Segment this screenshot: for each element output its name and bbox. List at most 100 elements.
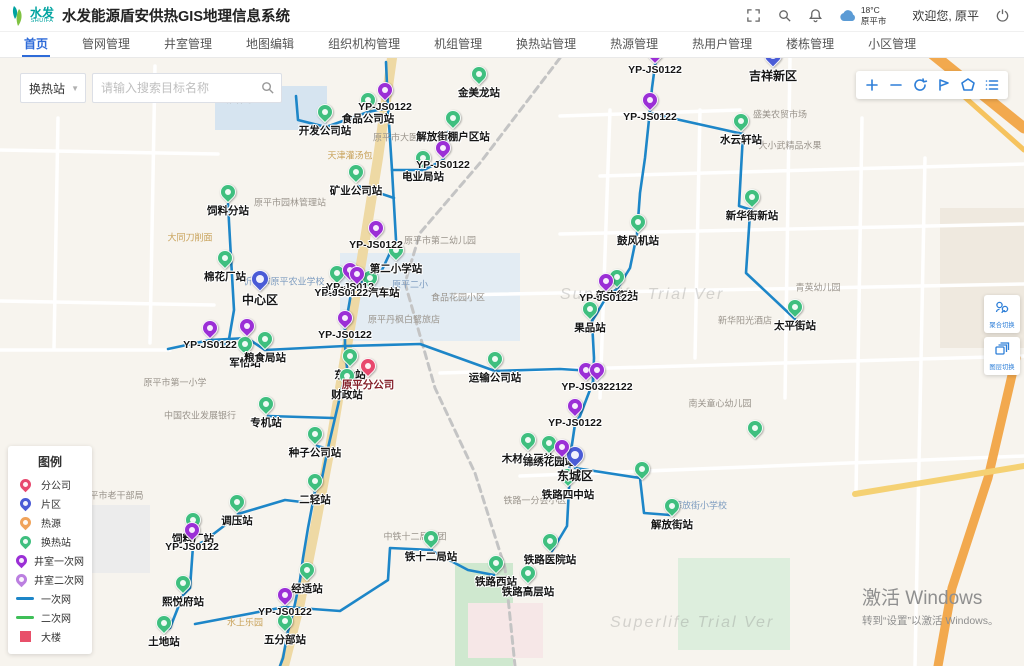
weather-widget: 18°C 原平市	[839, 5, 887, 26]
polygon-button[interactable]	[956, 73, 980, 97]
map-road	[455, 284, 1024, 295]
legend-pin-icon	[16, 574, 27, 585]
windows-activation-watermark: 激活 Windows 转到“设置”以激活 Windows。	[862, 583, 999, 628]
map-road	[0, 301, 214, 305]
map-toolbar	[856, 71, 1008, 99]
marker-label: 太平街站	[774, 318, 816, 333]
weather-city: 原平市	[861, 16, 887, 26]
tab-1[interactable]: 管网管理	[80, 32, 132, 57]
map-canvas[interactable]: 妙祥寺原平实达中学原平市大医院天津灌汤包原平市园林管理站大同刀削面忻州市原平农业…	[0, 58, 1024, 666]
bell-icon[interactable]	[808, 8, 823, 23]
marker-label: YP-JS0122	[623, 111, 677, 123]
marker-label: 食品公司站	[342, 111, 395, 126]
marker-label: YP-JS0122汽车站	[314, 285, 399, 300]
tab-0[interactable]: 首页	[22, 32, 50, 57]
legend-item: 二次网	[16, 608, 84, 627]
legend-item-label: 井室一次网	[34, 553, 84, 568]
logo-subtext: SHUIFA	[30, 19, 54, 25]
map-block	[88, 505, 150, 573]
tab-5[interactable]: 机组管理	[432, 32, 484, 57]
legend-item: 大楼	[16, 627, 84, 646]
legend-pin-icon	[16, 555, 27, 566]
legend-item: 井室二次网	[16, 570, 84, 589]
marker-label: 专机站	[250, 415, 282, 430]
marker-label: 熙悦府站	[162, 594, 204, 609]
marker-label: YP-JS0122	[548, 417, 602, 429]
zoom-in-icon	[864, 77, 880, 93]
app-logo: 水发 SHUIFA	[10, 5, 54, 27]
marker-label: 运输公司站	[469, 370, 522, 385]
search-input[interactable]	[92, 73, 282, 103]
marker-label: YP-JS0122	[349, 239, 403, 251]
legend-item-label: 热源	[41, 515, 61, 530]
legend-pin-icon	[16, 479, 34, 490]
map-place-label: 盛美农贸市场	[753, 108, 807, 121]
tab-3[interactable]: 地图编辑	[244, 32, 296, 57]
reset-icon	[912, 77, 928, 93]
search-icon[interactable]	[777, 8, 792, 23]
marker-label: 经适站	[291, 581, 323, 596]
measure-button[interactable]	[932, 73, 956, 97]
tab-4[interactable]: 组织机构管理	[326, 32, 402, 57]
map-road	[695, 110, 700, 358]
side-tool-label: 聚合切换	[988, 321, 1017, 330]
map-place-label: 南关童心幼儿园	[688, 397, 751, 410]
map-place-label: 原平丹枫白鹭旅店	[368, 313, 440, 326]
tab-8[interactable]: 热用户管理	[690, 32, 754, 57]
cluster-toggle-button[interactable]: 聚合切换	[984, 295, 1020, 333]
tab-10[interactable]: 小区管理	[866, 32, 918, 57]
tab-9[interactable]: 楼栋管理	[784, 32, 836, 57]
legend-item: 换热站	[16, 532, 84, 551]
map-place-label: 大小武精品水果	[758, 139, 821, 152]
search-category-select[interactable]: 换热站 ▼	[20, 73, 86, 103]
map-place-label: 天津灌汤包	[327, 149, 372, 162]
side-tool-label: 图层切换	[988, 363, 1017, 372]
map-place-label: 解放街小学校	[673, 499, 727, 512]
marker-label: 果品站	[574, 320, 606, 335]
list-button[interactable]	[980, 73, 1004, 97]
tab-2[interactable]: 井室管理	[162, 32, 214, 57]
marker-label: 二轻站	[299, 492, 331, 507]
marker-label: YP-JS0122	[579, 292, 633, 304]
marker-label: 原平分公司	[342, 377, 395, 392]
map-road	[520, 456, 1024, 476]
search-submit-icon[interactable]	[260, 80, 275, 100]
map-block	[678, 558, 790, 650]
tab-7[interactable]: 热源管理	[608, 32, 660, 57]
marker-label: 铁路医院站	[524, 552, 577, 567]
power-icon[interactable]	[995, 8, 1010, 23]
map-place-label: 食品花园小区	[431, 291, 485, 304]
watermark-line2: 转到“设置”以激活 Windows。	[862, 613, 999, 628]
main-nav: 首页 管网管理 井室管理 地图编辑 组织机构管理 机组管理 换热站管理 热源管理 热用户管理 楼栋…	[0, 32, 1024, 58]
welcome-text: 欢迎您, 原平	[912, 7, 979, 24]
zoom-in-button[interactable]	[860, 73, 884, 97]
reset-button[interactable]	[908, 73, 932, 97]
marker-label: YP-JS0122	[258, 606, 312, 618]
zoom-out-button[interactable]	[884, 73, 908, 97]
page-title: 水发能源盾安供热GIS地理信息系统	[62, 5, 290, 26]
legend-item-label: 二次网	[41, 610, 71, 625]
map-road	[600, 164, 1024, 176]
legend-item-label: 分公司	[41, 477, 71, 492]
layers-icon	[994, 341, 1010, 357]
tab-6[interactable]: 换热站管理	[514, 32, 578, 57]
marker-label: 水云轩站	[720, 132, 762, 147]
weather-temp: 18°C	[861, 5, 880, 15]
map-road	[600, 110, 610, 398]
map-road	[855, 466, 1024, 494]
marker-label: YP-JS0122	[318, 329, 372, 341]
fullscreen-icon[interactable]	[746, 8, 761, 23]
legend-item-label: 大楼	[41, 629, 61, 644]
legend-item-label: 一次网	[41, 591, 71, 606]
marker-label: 电业局站	[402, 169, 444, 184]
chevron-down-icon: ▼	[71, 84, 79, 93]
map-place-label: 原平市第一小学	[143, 376, 206, 389]
legend-item: 片区	[16, 494, 84, 513]
cluster-icon	[994, 299, 1010, 315]
map-place-label: 新华阳光酒店	[718, 314, 772, 327]
zoom-out-icon	[888, 77, 904, 93]
marker-label: YP-JS0322122	[561, 381, 632, 393]
legend-pin-icon	[16, 536, 34, 547]
layers-toggle-button[interactable]: 图层切换	[984, 337, 1020, 375]
marker-label: YP-JS0122	[416, 159, 470, 171]
